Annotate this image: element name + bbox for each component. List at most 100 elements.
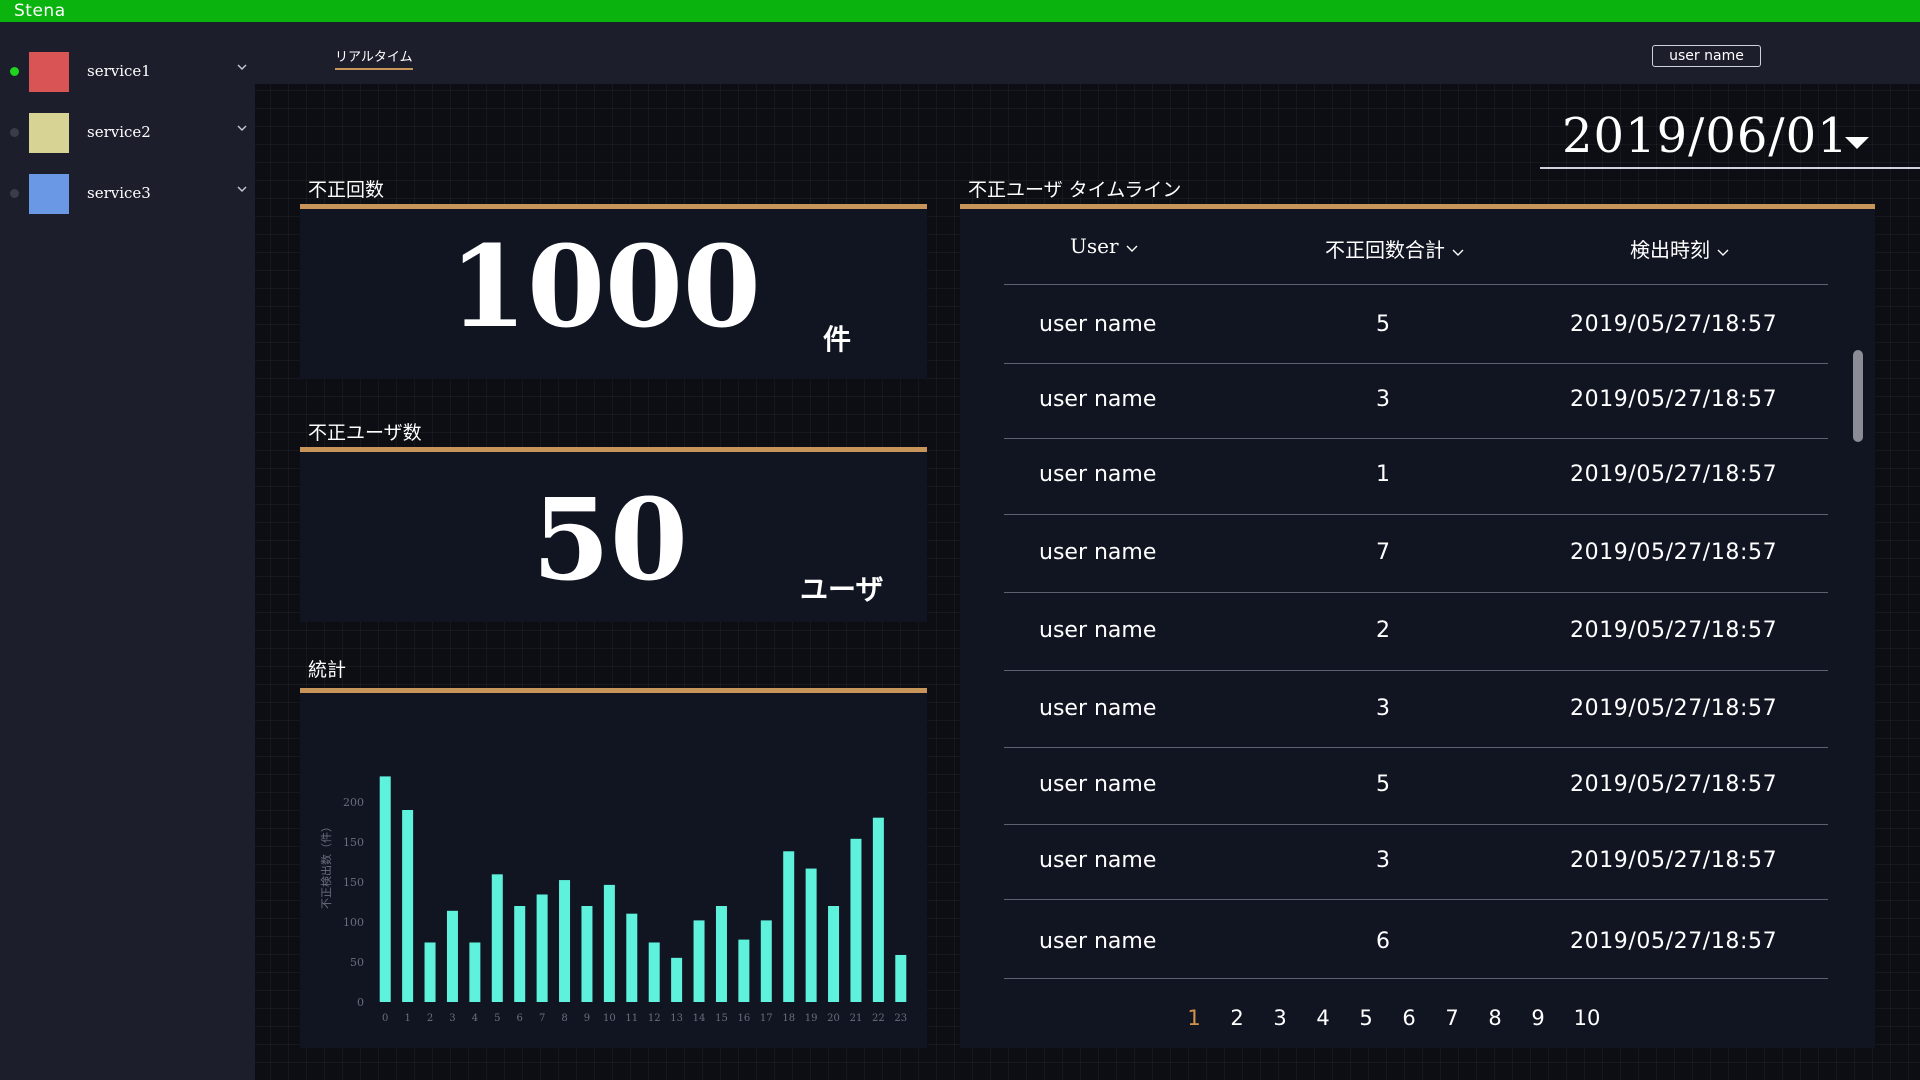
x-tick-label: 23 <box>894 1013 907 1024</box>
column-header-time[interactable]: 検出時刻 <box>1630 234 1730 263</box>
x-tick-label: 9 <box>584 1013 590 1024</box>
chart-bar <box>559 880 571 1002</box>
cell-user: user name <box>1039 848 1157 873</box>
y-tick-label: 200 <box>343 796 364 809</box>
cell-count: 3 <box>1376 387 1390 412</box>
y-axis-label: 不正検出数（件） <box>319 821 333 909</box>
cell-count: 7 <box>1376 540 1390 565</box>
cell-time: 2019/05/27/18:57 <box>1570 696 1778 721</box>
page-8[interactable]: 8 <box>1477 1006 1513 1030</box>
fraud-users-title: 不正ユーザ数 <box>308 422 422 444</box>
sidebar-item-label: service1 <box>87 62 151 80</box>
page-7[interactable]: 7 <box>1434 1006 1470 1030</box>
stats-title: 統計 <box>308 659 347 681</box>
chart-bar <box>603 884 615 1002</box>
sidebar-item-service3[interactable]: service3 <box>0 164 255 224</box>
chart-bar <box>648 942 660 1002</box>
page-2[interactable]: 2 <box>1219 1006 1255 1030</box>
header: リアルタイム user name <box>255 22 1920 84</box>
tab-realtime[interactable]: リアルタイム <box>335 46 413 70</box>
chevron-down-icon[interactable] <box>235 121 249 135</box>
column-header-user[interactable]: User <box>1070 234 1139 258</box>
top-bar: Stena <box>0 0 1920 22</box>
page-9[interactable]: 9 <box>1520 1006 1556 1030</box>
x-tick-label: 8 <box>561 1013 567 1024</box>
x-tick-label: 13 <box>670 1013 683 1024</box>
x-tick-label: 5 <box>494 1013 500 1024</box>
chevron-down-icon[interactable] <box>235 182 249 196</box>
service-color-swatch <box>29 52 69 92</box>
sidebar-item-label: service2 <box>87 123 151 141</box>
status-dot <box>10 189 19 198</box>
row-divider <box>1004 514 1828 515</box>
page-3[interactable]: 3 <box>1262 1006 1298 1030</box>
x-tick-label: 6 <box>517 1013 523 1024</box>
y-tick-label: 150 <box>343 876 364 889</box>
table-row[interactable]: user name 3 2019/05/27/18:57 <box>1004 824 1828 900</box>
timeline-scrollbar[interactable] <box>1853 350 1863 442</box>
x-tick-label: 19 <box>805 1013 818 1024</box>
chart-bar <box>446 910 458 1002</box>
x-tick-label: 20 <box>827 1013 840 1024</box>
chart-bar <box>850 838 862 1002</box>
table-row[interactable]: user name 7 2019/05/27/18:57 <box>1004 516 1828 592</box>
timeline-title: 不正ユーザ タイムライン <box>968 179 1182 201</box>
row-divider <box>1004 670 1828 671</box>
table-row[interactable]: user name 6 2019/05/27/18:57 <box>1004 905 1828 981</box>
cell-user: user name <box>1039 387 1157 412</box>
x-tick-label: 15 <box>715 1013 728 1024</box>
fraud-users-value: 50 <box>532 475 688 606</box>
table-row[interactable]: user name 5 2019/05/27/18:57 <box>1004 748 1828 824</box>
chart-bar <box>895 954 907 1002</box>
status-dot <box>10 128 19 137</box>
date-picker[interactable]: 2019/06/01 <box>1540 103 1920 169</box>
chart-bar <box>693 920 705 1002</box>
chevron-down-icon <box>1452 249 1464 256</box>
sidebar: service1 service2 service3 <box>0 22 255 1080</box>
cell-user: user name <box>1039 540 1157 565</box>
chevron-down-icon <box>1717 249 1729 256</box>
table-row[interactable]: user name 2 2019/05/27/18:57 <box>1004 594 1828 670</box>
x-tick-label: 18 <box>782 1013 795 1024</box>
cell-count: 5 <box>1376 772 1390 797</box>
chart-bar <box>536 894 548 1002</box>
chart-bar <box>469 942 481 1002</box>
page-4[interactable]: 4 <box>1305 1006 1341 1030</box>
y-tick-label: 100 <box>343 916 364 929</box>
y-tick-label: 150 <box>343 836 364 849</box>
cell-count: 1 <box>1376 462 1390 487</box>
sidebar-item-service1[interactable]: service1 <box>0 42 255 102</box>
cell-time: 2019/05/27/18:57 <box>1570 618 1778 643</box>
x-tick-label: 11 <box>625 1013 638 1024</box>
sidebar-item-service2[interactable]: service2 <box>0 103 255 163</box>
stats-bar-chart: 0 1 2 3 4 5 6 7 8 9 10 11 12 13 14 15 16 17 18 19 20 21 22 2305… <box>319 776 907 1024</box>
x-tick-label: 4 <box>472 1013 478 1024</box>
table-row[interactable]: user name 1 2019/05/27/18:57 <box>1004 438 1828 514</box>
page-1[interactable]: 1 <box>1176 1006 1212 1030</box>
y-tick-label: 0 <box>357 996 364 1009</box>
page-5[interactable]: 5 <box>1348 1006 1384 1030</box>
chart-bar <box>828 906 840 1002</box>
user-button[interactable]: user name <box>1652 45 1761 67</box>
date-value: 2019/06/01 <box>1562 108 1849 164</box>
cell-count: 6 <box>1376 929 1390 954</box>
column-header-count[interactable]: 不正回数合計 <box>1325 234 1465 263</box>
cell-count: 3 <box>1376 848 1390 873</box>
chart-bar <box>715 906 727 1002</box>
chevron-down-icon[interactable] <box>235 60 249 74</box>
chart-bar <box>491 874 503 1002</box>
row-divider <box>1004 978 1828 979</box>
cell-user: user name <box>1039 772 1157 797</box>
cell-time: 2019/05/27/18:57 <box>1570 462 1778 487</box>
table-row[interactable]: user name 5 2019/05/27/18:57 <box>1004 288 1828 364</box>
x-tick-label: 7 <box>539 1013 545 1024</box>
table-row[interactable]: user name 3 2019/05/27/18:57 <box>1004 363 1828 439</box>
fraud-count-title: 不正回数 <box>308 179 385 201</box>
page-6[interactable]: 6 <box>1391 1006 1427 1030</box>
x-tick-label: 17 <box>760 1013 773 1024</box>
chart-bar <box>783 851 795 1002</box>
table-row[interactable]: user name 3 2019/05/27/18:57 <box>1004 672 1828 748</box>
caret-down-icon <box>1845 137 1869 149</box>
chart-bar <box>872 817 884 1002</box>
page-10[interactable]: 10 <box>1569 1006 1605 1030</box>
